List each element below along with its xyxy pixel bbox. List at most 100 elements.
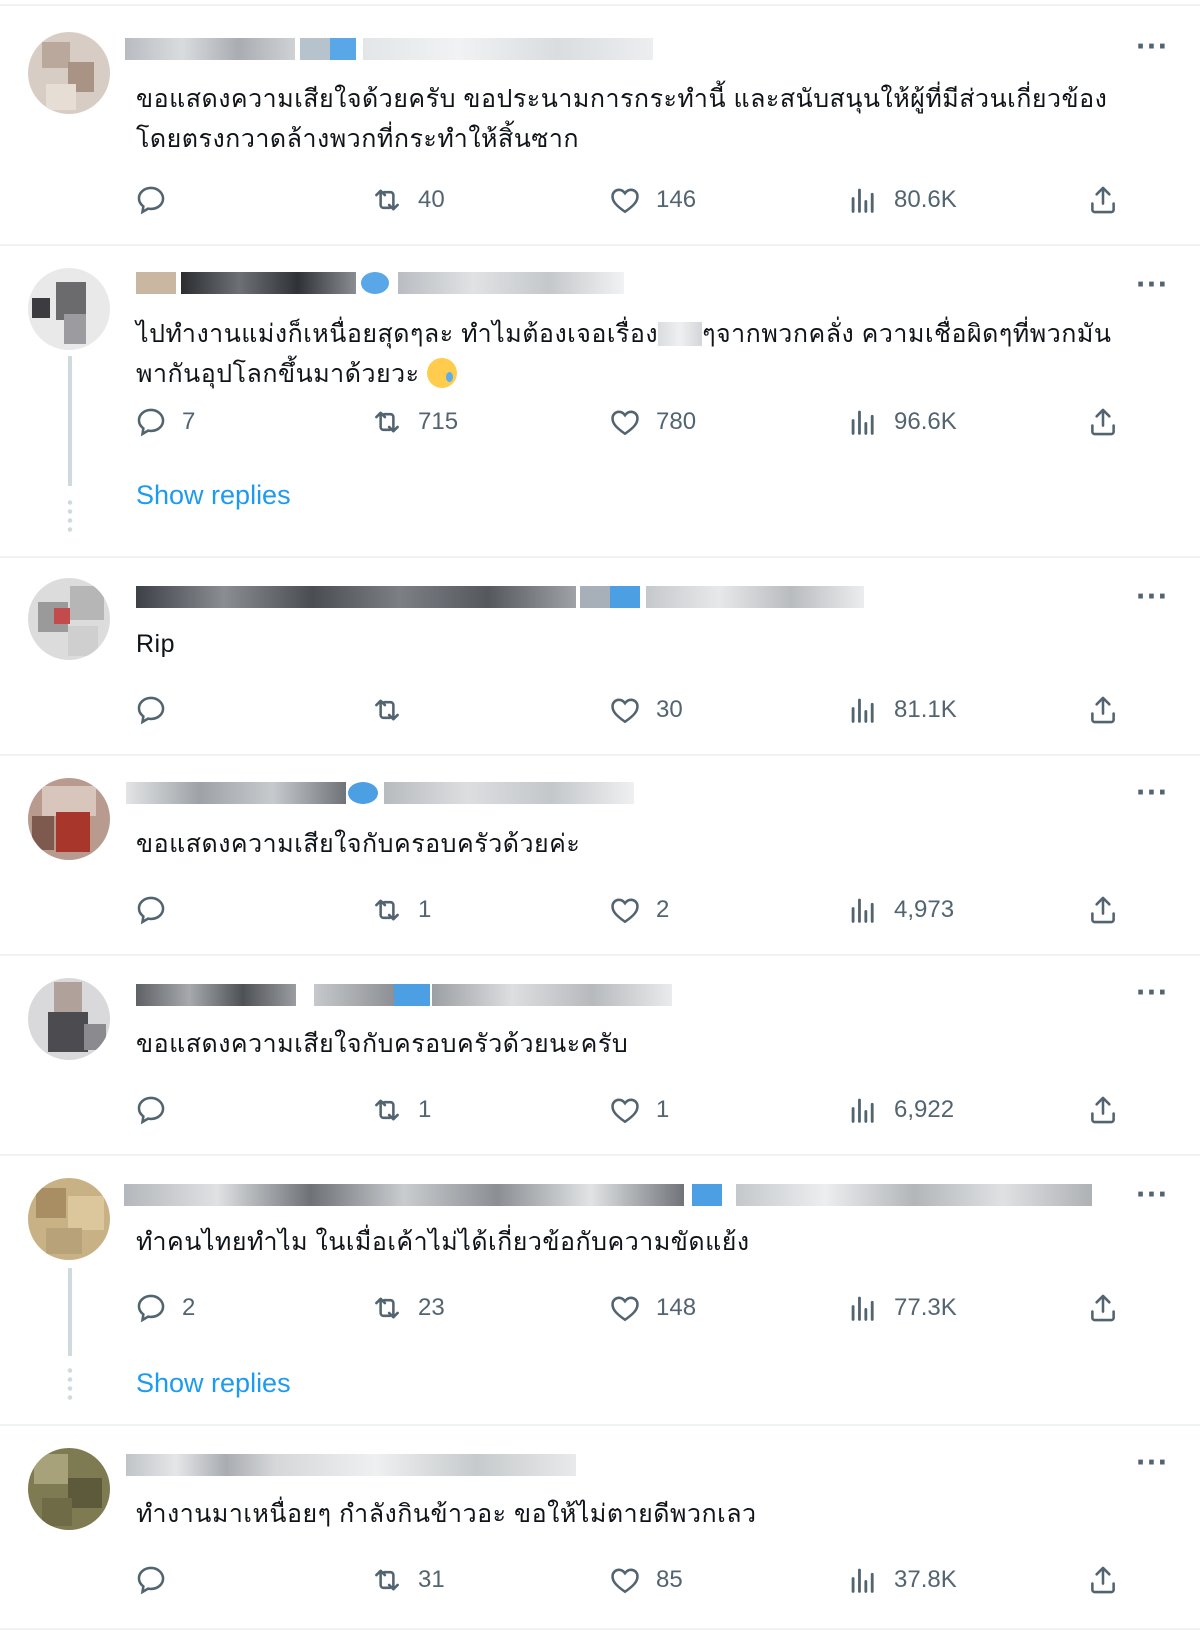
share-upload-icon bbox=[1091, 408, 1115, 436]
avatar[interactable] bbox=[28, 32, 110, 114]
share-button[interactable] bbox=[1086, 692, 1120, 728]
verified-badge-icon bbox=[692, 1184, 722, 1206]
more-options-button[interactable]: ··· bbox=[1132, 780, 1172, 812]
repost-button[interactable]: 31 bbox=[370, 1562, 445, 1598]
like-button[interactable]: 780 bbox=[608, 404, 696, 440]
share-button[interactable] bbox=[1086, 182, 1120, 218]
reply-item[interactable]: ··· ทำงานมาเหนื่อยๆ กำลังกินข้าวอะ ขอให้… bbox=[0, 1426, 1200, 1630]
share-button[interactable] bbox=[1086, 404, 1120, 440]
reply-item[interactable]: ··· ขอแสดงความเสียใจกับครอบครัวด้วยค่ะ 1… bbox=[0, 756, 1200, 956]
author-name-blurred[interactable] bbox=[126, 1454, 576, 1476]
share-upload-icon bbox=[1091, 896, 1115, 924]
avatar[interactable] bbox=[28, 268, 110, 350]
reply-item[interactable]: ··· ขอแสดงความเสียใจด้วยครับ ขอประนามการ… bbox=[0, 6, 1200, 246]
reply-button[interactable]: 7 bbox=[134, 404, 195, 440]
author-name-blurred[interactable] bbox=[125, 38, 655, 60]
reply-count: 2 bbox=[182, 1294, 196, 1321]
views-button[interactable]: 6,922 bbox=[846, 1092, 954, 1128]
share-button[interactable] bbox=[1086, 1290, 1120, 1326]
view-count: 80.6K bbox=[894, 186, 957, 213]
views-bar-chart-icon bbox=[851, 1098, 874, 1123]
like-button[interactable]: 30 bbox=[608, 692, 683, 728]
repost-button[interactable] bbox=[370, 692, 418, 728]
heart-icon bbox=[611, 1568, 639, 1594]
share-button[interactable] bbox=[1086, 1562, 1120, 1598]
views-button[interactable]: 81.1K bbox=[846, 692, 957, 728]
repost-count: 1 bbox=[418, 896, 432, 923]
action-bar: 1 1 6,922 bbox=[0, 1092, 1200, 1128]
view-count: 37.8K bbox=[894, 1566, 957, 1593]
reply-button[interactable] bbox=[134, 892, 182, 928]
like-button[interactable]: 1 bbox=[608, 1092, 669, 1128]
share-upload-icon bbox=[1091, 696, 1115, 724]
heart-icon bbox=[611, 898, 639, 924]
avatar[interactable] bbox=[28, 1448, 110, 1530]
action-bar: 7 715 780 96.6K bbox=[0, 404, 1200, 440]
like-button[interactable]: 85 bbox=[608, 1562, 683, 1598]
repost-icon bbox=[375, 1099, 399, 1121]
author-name-blurred[interactable] bbox=[136, 984, 676, 1006]
like-button[interactable]: 2 bbox=[608, 892, 669, 928]
avatar[interactable] bbox=[28, 978, 110, 1060]
repost-icon bbox=[375, 411, 399, 433]
share-button[interactable] bbox=[1086, 892, 1120, 928]
like-button[interactable]: 146 bbox=[608, 182, 696, 218]
redacted-word bbox=[658, 322, 703, 346]
repost-button[interactable]: 1 bbox=[370, 1092, 431, 1128]
reply-button[interactable] bbox=[134, 182, 182, 218]
share-button[interactable] bbox=[1086, 1092, 1120, 1128]
views-button[interactable]: 37.8K bbox=[846, 1562, 957, 1598]
more-options-button[interactable]: ··· bbox=[1132, 34, 1172, 66]
more-options-button[interactable]: ··· bbox=[1132, 1450, 1172, 1482]
reply-item[interactable]: ··· ทำคนไทยทำไม ในเมื่อเค้าไม่ได้เกี่ยวข… bbox=[0, 1156, 1200, 1426]
author-name-blurred[interactable] bbox=[124, 1184, 1094, 1206]
repost-button[interactable]: 715 bbox=[370, 404, 458, 440]
reply-count: 7 bbox=[182, 408, 196, 435]
like-count: 146 bbox=[656, 186, 697, 213]
repost-icon bbox=[375, 899, 399, 921]
repost-button[interactable]: 40 bbox=[370, 182, 445, 218]
reply-item[interactable]: ··· Rip 30 81.1K bbox=[0, 558, 1200, 756]
author-name-blurred[interactable] bbox=[136, 586, 866, 608]
reply-bubble-icon bbox=[137, 896, 165, 925]
reply-button[interactable] bbox=[134, 1092, 182, 1128]
author-name-blurred[interactable] bbox=[136, 272, 626, 294]
repost-icon bbox=[375, 1569, 399, 1591]
avatar[interactable] bbox=[28, 778, 110, 860]
heart-icon bbox=[611, 1296, 639, 1322]
views-button[interactable]: 80.6K bbox=[846, 182, 957, 218]
reply-button[interactable]: 2 bbox=[134, 1290, 195, 1326]
action-bar: 30 81.1K bbox=[0, 692, 1200, 728]
more-options-button[interactable]: ··· bbox=[1132, 1182, 1172, 1214]
reply-item[interactable]: ··· ไปทำงานแม่งก็เหนื่อยสุดๆละ ทำไมต้องเ… bbox=[0, 246, 1200, 558]
show-replies-link[interactable]: Show replies bbox=[136, 480, 291, 511]
view-count: 77.3K bbox=[894, 1294, 957, 1321]
views-button[interactable]: 77.3K bbox=[846, 1290, 957, 1326]
repost-button[interactable]: 1 bbox=[370, 892, 431, 928]
heart-icon bbox=[611, 698, 639, 724]
verified-badge-icon bbox=[610, 586, 640, 608]
repost-button[interactable]: 23 bbox=[370, 1290, 445, 1326]
more-options-button[interactable]: ··· bbox=[1132, 272, 1172, 304]
repost-count: 1 bbox=[418, 1096, 432, 1123]
views-button[interactable]: 96.6K bbox=[846, 404, 957, 440]
like-button[interactable]: 148 bbox=[608, 1290, 696, 1326]
more-options-button[interactable]: ··· bbox=[1132, 584, 1172, 616]
show-replies-link[interactable]: Show replies bbox=[136, 1368, 291, 1399]
reply-item[interactable]: ··· ขอแสดงความเสียใจกับครอบครัวด้วยนะครั… bbox=[0, 956, 1200, 1156]
reply-text: ไปทำงานแม่งก็เหนื่อยสุดๆละ ทำไมต้องเจอเร… bbox=[136, 314, 1136, 394]
author-name-blurred[interactable] bbox=[126, 782, 636, 804]
avatar[interactable] bbox=[28, 578, 110, 660]
reply-bubble-icon bbox=[137, 186, 165, 215]
view-count: 81.1K bbox=[894, 696, 957, 723]
avatar[interactable] bbox=[28, 1178, 110, 1260]
like-count: 780 bbox=[656, 408, 697, 435]
more-options-button[interactable]: ··· bbox=[1132, 980, 1172, 1012]
reply-button[interactable] bbox=[134, 692, 182, 728]
repost-icon bbox=[375, 1297, 399, 1319]
view-count: 4,973 bbox=[894, 896, 955, 923]
repost-count: 23 bbox=[418, 1294, 445, 1321]
reply-button[interactable] bbox=[134, 1562, 182, 1598]
views-button[interactable]: 4,973 bbox=[846, 892, 954, 928]
like-count: 1 bbox=[656, 1096, 670, 1123]
